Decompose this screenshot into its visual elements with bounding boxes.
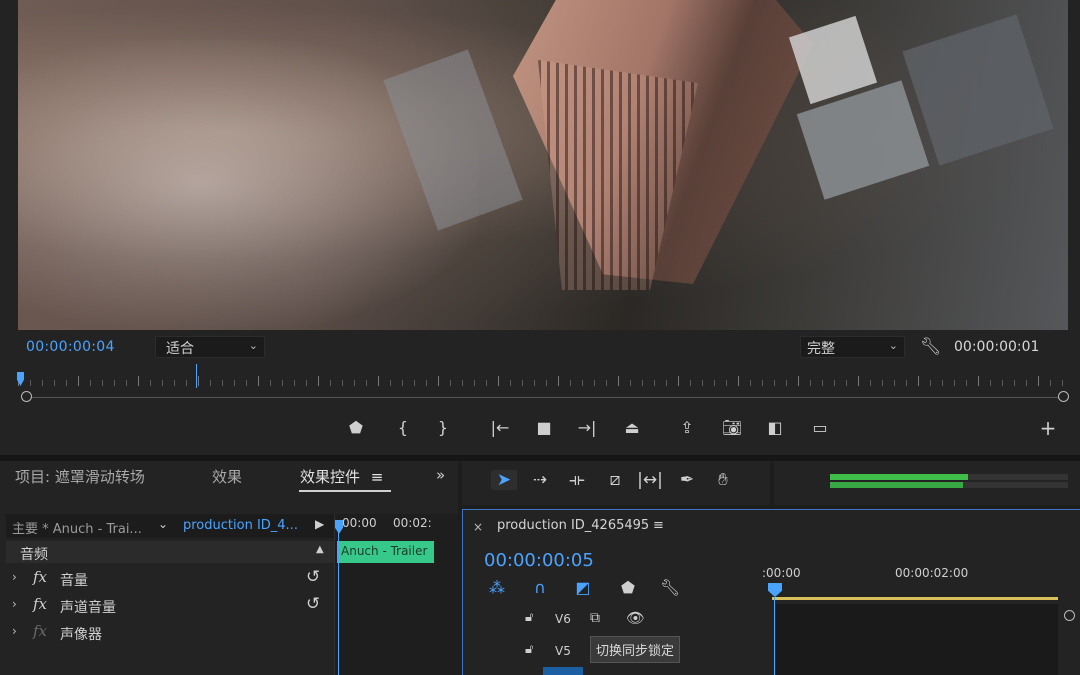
lock-icon[interactable]: 🔓︎ bbox=[525, 642, 533, 657]
playback-resolution-value: 完整 bbox=[807, 341, 835, 357]
go-to-in-icon[interactable]: |← bbox=[488, 418, 512, 437]
track-target-indicator[interactable] bbox=[543, 667, 583, 675]
timeline-timecode[interactable]: 00:00:00:05 bbox=[484, 550, 594, 571]
work-area-bar[interactable] bbox=[772, 597, 1058, 600]
monitor-ruler-major-ticks bbox=[18, 376, 1068, 386]
go-to-out-icon[interactable]: →| bbox=[575, 418, 599, 437]
compare-icon[interactable]: ◧ bbox=[763, 418, 787, 437]
sequence-menu-icon[interactable]: ≡ bbox=[653, 518, 664, 533]
tab-project[interactable]: 项目: 遮罩滑动转场 bbox=[15, 466, 145, 487]
sequence-tab-title[interactable]: production ID_4265495 bbox=[497, 518, 649, 533]
audio-meter-right-level bbox=[830, 482, 964, 488]
zoom-fit-select[interactable]: 适合 ⌄ bbox=[155, 336, 265, 358]
fx-icon[interactable]: fx bbox=[33, 568, 47, 586]
monitor-playhead-marker bbox=[196, 364, 197, 388]
tab-effect-controls-label: 效果控件 bbox=[300, 468, 361, 486]
effect-name: 声道音量 bbox=[60, 600, 116, 616]
close-icon[interactable]: × bbox=[473, 520, 483, 534]
timeline-ruler-mark: 00:00:02:00 bbox=[895, 566, 969, 580]
ripple-edit-tool-icon[interactable]: ⟛ bbox=[564, 470, 590, 490]
effect-row-panner[interactable]: › fx 声像器 bbox=[0, 621, 334, 645]
stop-icon[interactable]: ■ bbox=[532, 418, 556, 437]
lift-icon[interactable]: ⏏ bbox=[620, 418, 644, 437]
razor-tool-icon[interactable]: ⧄ bbox=[602, 470, 628, 490]
tab-effects[interactable]: 效果 bbox=[212, 466, 242, 487]
playback-resolution-select[interactable]: 完整 ⌄ bbox=[800, 336, 905, 358]
fx-icon[interactable]: fx bbox=[33, 595, 47, 613]
master-clip-label[interactable]: 主要 * Anuch - Trai... bbox=[12, 518, 142, 537]
playhead-timecode[interactable]: 00:00:00:04 bbox=[26, 339, 115, 355]
tooltip: 切换同步锁定 bbox=[590, 636, 681, 663]
ec-ruler-start: 00:00 bbox=[342, 516, 377, 530]
program-video-frame bbox=[18, 0, 1068, 330]
zoom-fit-value: 适合 bbox=[166, 341, 194, 357]
chevron-down-icon: ⌄ bbox=[888, 339, 898, 352]
video-building bbox=[788, 15, 878, 105]
add-button-icon[interactable]: + bbox=[1036, 416, 1060, 440]
slip-tool-icon[interactable]: |↔| bbox=[637, 470, 663, 490]
audio-section-header bbox=[6, 541, 334, 563]
timeline-playhead-line bbox=[774, 597, 775, 675]
lock-icon[interactable]: 🔓︎ bbox=[525, 610, 533, 625]
track-name: V6 bbox=[555, 612, 571, 626]
audio-meter-left-level bbox=[830, 474, 969, 480]
track-select-tool-icon[interactable]: ⇢ bbox=[527, 470, 553, 490]
export-frame-icon[interactable]: 📷︎ bbox=[720, 418, 744, 437]
tab-effect-controls[interactable]: 效果控件 ≡ bbox=[300, 466, 383, 487]
more-panels-icon[interactable]: » bbox=[436, 466, 445, 484]
effect-row-channel-volume[interactable]: › fx 声道音量 ↺ bbox=[0, 594, 334, 618]
mark-out-icon[interactable]: } bbox=[431, 418, 455, 437]
audio-section-label: 音频 bbox=[20, 547, 48, 563]
safe-margins-icon[interactable]: ▭ bbox=[808, 418, 832, 437]
audio-meter-left bbox=[830, 474, 1068, 480]
effect-name: 声像器 bbox=[60, 627, 102, 643]
chevron-down-icon[interactable]: ⌄ bbox=[158, 517, 168, 531]
nest-toggle-icon[interactable]: ⁂ bbox=[485, 578, 509, 597]
fx-icon: fx bbox=[33, 622, 48, 640]
video-building bbox=[902, 14, 1054, 166]
effect-row-volume[interactable]: › fx 音量 ↺ bbox=[0, 567, 334, 591]
scrollbar-right-handle[interactable] bbox=[1058, 391, 1069, 402]
selection-tool-icon[interactable]: ➤ bbox=[491, 470, 517, 490]
collapse-up-icon[interactable]: ▲ bbox=[316, 544, 324, 555]
expand-arrow-icon[interactable]: › bbox=[12, 624, 17, 638]
reset-icon[interactable]: ↺ bbox=[306, 594, 320, 614]
ec-playhead-line bbox=[338, 530, 339, 675]
chevron-down-icon: ⌄ bbox=[248, 339, 258, 352]
sync-lock-icon[interactable]: ⧉ bbox=[590, 610, 600, 626]
extract-icon[interactable]: ⇪ bbox=[675, 418, 699, 437]
effect-name: 音量 bbox=[60, 573, 88, 589]
timeline-scroll-handle[interactable] bbox=[1064, 610, 1075, 621]
play-icon[interactable]: ▶ bbox=[315, 517, 324, 531]
ec-clip-bar[interactable]: Anuch - Trailer bbox=[337, 541, 434, 563]
sequence-clip-label[interactable]: production ID_4... bbox=[183, 518, 298, 533]
track-area[interactable] bbox=[776, 604, 1058, 675]
add-marker-icon[interactable]: ⬟ bbox=[616, 578, 640, 597]
timeline-settings-wrench-icon[interactable]: 🔧︎ bbox=[658, 578, 682, 597]
snap-magnet-icon[interactable]: ∩ bbox=[528, 578, 552, 597]
marker-icon[interactable]: ⬟ bbox=[344, 418, 368, 437]
effect-controls-timeline[interactable] bbox=[334, 514, 458, 675]
mark-in-icon[interactable]: { bbox=[391, 418, 415, 437]
ec-ruler-mark: 00:02: bbox=[393, 516, 432, 530]
active-tab-indicator bbox=[299, 490, 391, 492]
monitor-zoom-scrollbar[interactable] bbox=[26, 397, 1064, 398]
duration-timecode: 00:00:00:01 bbox=[954, 339, 1040, 355]
pen-tool-icon[interactable]: ✒ bbox=[674, 470, 700, 490]
expand-arrow-icon[interactable]: › bbox=[12, 570, 17, 584]
wrench-icon[interactable]: 🔧︎ bbox=[920, 337, 942, 357]
track-header-v6: 🔓︎ V6 bbox=[463, 604, 773, 634]
linked-selection-icon[interactable]: ◩ bbox=[571, 578, 595, 597]
reset-icon[interactable]: ↺ bbox=[306, 567, 320, 587]
scrollbar-left-handle[interactable] bbox=[21, 391, 32, 402]
hand-tool-icon[interactable]: ✋︎ bbox=[710, 470, 736, 490]
expand-arrow-icon[interactable]: › bbox=[12, 597, 17, 611]
track-name: V5 bbox=[555, 644, 571, 658]
timeline-ruler-start: :00:00 bbox=[762, 566, 801, 580]
panel-menu-icon[interactable]: ≡ bbox=[371, 468, 384, 486]
eye-icon[interactable]: 👁︎ bbox=[626, 609, 645, 627]
audio-meter-right bbox=[830, 482, 1068, 488]
